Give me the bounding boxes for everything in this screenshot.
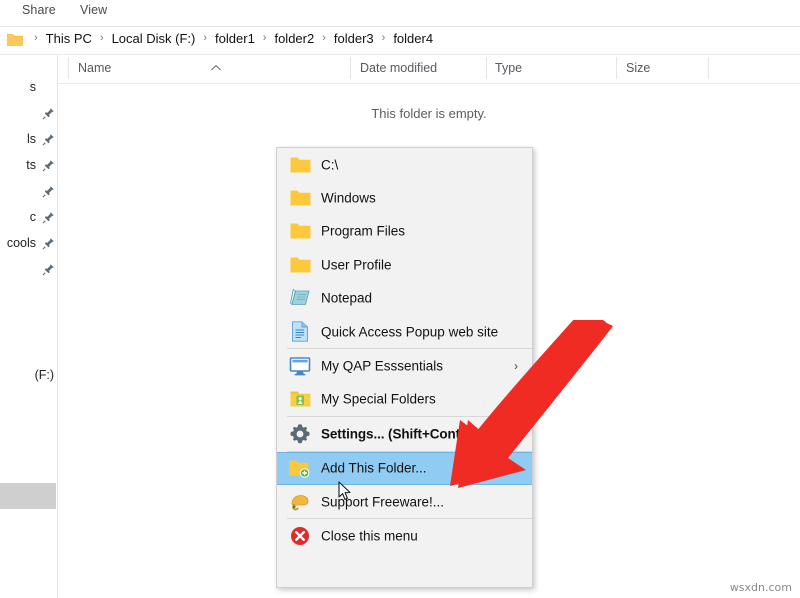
nav-item-4[interactable] (0, 181, 58, 203)
tab-share[interactable]: Share (22, 3, 56, 17)
menu-item-label: My QAP Esssentials (321, 358, 444, 374)
breadcrumb-item-folder3[interactable]: folder3 (332, 31, 376, 46)
nav-item-label: c (29, 210, 36, 224)
pin-icon (42, 211, 55, 224)
menu-item-settings[interactable]: Settings... (Shift+Control+S) (277, 417, 532, 450)
nav-item-7[interactable] (0, 259, 58, 281)
explorer-window: Share View › This PC › Local Disk (F:) ›… (0, 0, 800, 598)
column-divider[interactable] (486, 57, 487, 79)
menu-item-close-menu[interactable]: Close this menu (277, 519, 532, 552)
nav-item-6[interactable]: cools (0, 233, 58, 255)
navigation-pane-divider[interactable] (57, 55, 58, 598)
folder-icon (7, 33, 23, 47)
breadcrumb-separator-2[interactable]: › (197, 32, 213, 44)
breadcrumb-separator-0: › (34, 32, 38, 44)
watermark: wsxdn.com (729, 581, 792, 594)
special-folder-icon (289, 388, 311, 410)
close-circle-icon (289, 525, 311, 547)
breadcrumb-separator-1[interactable]: › (94, 32, 110, 44)
column-divider[interactable] (350, 57, 351, 79)
add-folder-icon (289, 457, 311, 479)
column-divider[interactable] (708, 57, 709, 79)
tab-view[interactable]: View (80, 3, 107, 17)
menu-item-label: Add This Folder... (321, 460, 427, 476)
pin-icon (42, 159, 55, 172)
menu-item-notepad[interactable]: Notepad (277, 282, 532, 315)
folder-icon (289, 220, 311, 242)
nav-item-label: cools (6, 236, 36, 250)
mouse-cursor-icon (338, 481, 352, 501)
monitor-icon (289, 355, 311, 377)
breadcrumb[interactable]: › This PC › Local Disk (F:) › folder1 › … (28, 31, 435, 46)
column-header-row: Name Date modified Type Size (58, 55, 800, 83)
pin-icon (42, 133, 55, 146)
ribbon-tab-strip: Share View (0, 0, 800, 26)
context-menu: C:\ Windows Program Files User Profile N… (276, 147, 533, 588)
menu-item-label: My Special Folders (321, 391, 436, 407)
menu-item-special-folders[interactable]: My Special Folders › (277, 383, 532, 416)
sort-ascending-icon (210, 59, 222, 71)
hand-heart-icon (289, 491, 311, 513)
nav-item-selected[interactable] (0, 483, 56, 509)
nav-item-2[interactable]: ls (0, 129, 58, 151)
nav-item-0[interactable]: s (0, 77, 58, 99)
pin-icon (42, 237, 55, 250)
menu-item-label: User Profile (321, 257, 392, 273)
column-header-name[interactable]: Name (78, 61, 111, 75)
chevron-right-icon: › (514, 392, 518, 407)
navigation-pane: s ls ts c cools (F:) (0, 55, 58, 598)
menu-item-label: Notepad (321, 290, 373, 306)
column-header-type[interactable]: Type (495, 61, 522, 75)
menu-item-label: Quick Access Popup web site (321, 324, 499, 340)
folder-icon (289, 154, 311, 176)
menu-item-label: Close this menu (321, 528, 418, 544)
gear-icon (289, 423, 311, 445)
chevron-right-icon: › (514, 359, 518, 374)
menu-item-qap-website[interactable]: Quick Access Popup web site (277, 315, 532, 348)
nav-item-3[interactable]: ts (0, 155, 58, 177)
menu-item-c-drive[interactable]: C:\ (277, 148, 532, 181)
nav-item-label: ls (26, 132, 36, 146)
column-header-date-modified[interactable]: Date modified (360, 61, 437, 75)
nav-item-label: s (29, 80, 36, 94)
breadcrumb-item-local-disk[interactable]: Local Disk (F:) (110, 31, 198, 46)
pin-icon (42, 185, 55, 198)
breadcrumb-item-this-pc[interactable]: This PC (44, 31, 94, 46)
column-divider[interactable] (68, 57, 69, 79)
menu-item-add-this-folder[interactable]: Add This Folder... (277, 451, 532, 485)
breadcrumb-separator-3[interactable]: › (257, 32, 273, 44)
menu-item-support-freeware[interactable]: Support Freeware!... (277, 485, 532, 518)
breadcrumb-item-folder4[interactable]: folder4 (391, 31, 435, 46)
breadcrumb-item-folder2[interactable]: folder2 (272, 31, 316, 46)
menu-item-program-files[interactable]: Program Files (277, 215, 532, 248)
notepad-icon (289, 287, 311, 309)
pin-icon (42, 263, 55, 276)
folder-icon (289, 187, 311, 209)
breadcrumb-separator-5[interactable]: › (376, 32, 392, 44)
nav-item-5[interactable]: c (0, 207, 58, 229)
menu-item-qap-essentials[interactable]: My QAP Esssentials › (277, 349, 532, 382)
pin-icon (42, 107, 55, 120)
breadcrumb-item-folder1[interactable]: folder1 (213, 31, 257, 46)
nav-item-local-disk[interactable]: (F:) (0, 365, 58, 387)
document-icon (289, 321, 311, 343)
nav-item-label: (F:) (34, 368, 54, 382)
column-divider[interactable] (616, 57, 617, 79)
menu-item-user-profile[interactable]: User Profile (277, 248, 532, 281)
address-bar[interactable]: › This PC › Local Disk (F:) › folder1 › … (0, 27, 800, 54)
menu-item-windows[interactable]: Windows (277, 181, 532, 214)
nav-item-label: ts (26, 158, 36, 172)
menu-item-label: Settings... (Shift+Control+S) (321, 426, 499, 442)
column-header-size[interactable]: Size (626, 61, 650, 75)
empty-folder-message: This folder is empty. (371, 106, 487, 121)
folder-icon (289, 254, 311, 276)
nav-item-1[interactable] (0, 103, 58, 125)
breadcrumb-separator-4[interactable]: › (316, 32, 332, 44)
column-header-divider (58, 83, 800, 84)
menu-item-label: Windows (321, 190, 376, 206)
menu-item-label: Program Files (321, 223, 406, 239)
menu-item-label: C:\ (321, 157, 339, 173)
